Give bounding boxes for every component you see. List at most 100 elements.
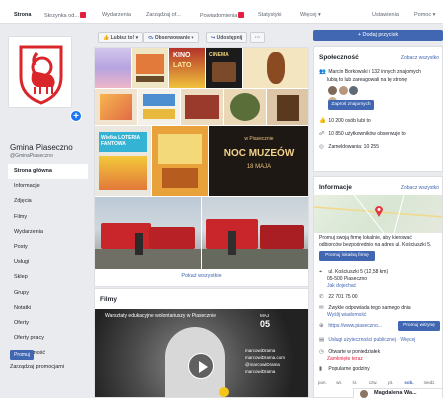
follow-icon: ☍	[319, 131, 325, 137]
popular-hours-label: Popularne godziny	[328, 366, 370, 372]
day-sat[interactable]: sob.	[404, 380, 422, 385]
day-fri[interactable]: pt.	[388, 380, 403, 385]
nav-item-shop[interactable]: Sklep	[8, 270, 88, 285]
nav-item-videos[interactable]: Filmy	[8, 210, 88, 225]
photo-poster-7[interactable]	[224, 89, 266, 125]
nav-item-services[interactable]: Usługi	[8, 255, 88, 270]
play-button[interactable]	[188, 353, 214, 379]
address-line-1: ul. Kościuszki 5 (12,58 km)	[328, 269, 389, 275]
promote-website-button[interactable]: Promuj witrynę	[398, 321, 440, 331]
location-icon: ⌖	[319, 269, 323, 275]
emoji-icon	[219, 387, 229, 397]
photos-card: KINO LATO CINEMA Wielka LOTERIA FANTOWA …	[94, 47, 309, 287]
info-card: Informacje Zobacz wszystko Promuj swoją …	[313, 176, 443, 398]
video-date-month: MAJ	[260, 313, 269, 318]
tab-notifications[interactable]: Powiadomienia	[200, 12, 245, 19]
photo-poster-noc-muzeow[interactable]: w Piasecznie NOC MUZEÓW 18 MAJA	[209, 126, 308, 196]
nav-item-offers[interactable]: Oferty	[8, 316, 88, 331]
day-wed[interactable]: śr.	[353, 380, 368, 385]
more-button[interactable]: ···	[250, 32, 265, 43]
community-see-all-link[interactable]: Zobacz wszystko	[401, 55, 439, 61]
invite-friends-button[interactable]: Zaproś znajomych	[328, 100, 374, 110]
thumbs-up-icon: 👍	[319, 118, 326, 124]
photo-poster-loteria[interactable]: Wielka LOTERIA FANTOWA	[95, 126, 151, 196]
promo-text: Promuj swoją firmę lokalnie, aby kierowa…	[319, 235, 412, 241]
nav-item-notes[interactable]: Notatki	[8, 301, 88, 316]
promote-local-business-button[interactable]: Promuj lokalną firmę	[319, 251, 375, 261]
nav-item-home[interactable]: Strona główna	[8, 164, 88, 180]
video-date-day: 05	[260, 319, 271, 329]
photo-poster-5[interactable]	[138, 89, 180, 125]
see-all-photos-link[interactable]: Pokaż wszystkie	[95, 273, 308, 279]
friends-like-text: Marcin Borkowski i 132 innych znajomych	[328, 69, 421, 75]
photo-fire-trucks-1[interactable]	[95, 197, 201, 269]
day-mon[interactable]: pon.	[318, 380, 335, 385]
nav-item-info[interactable]: Informacje	[8, 179, 88, 194]
tab-statistics[interactable]: Statystyki	[258, 12, 282, 18]
nav-item-groups[interactable]: Grupy	[8, 286, 88, 301]
thumbs-up-icon: 👍	[103, 35, 110, 41]
photo-poster-violin[interactable]	[243, 48, 308, 88]
photo-poster-8[interactable]	[267, 89, 308, 125]
day-sun[interactable]: niedz.	[424, 380, 442, 385]
chat-tab[interactable]: Magdalena Wa...	[353, 388, 443, 398]
weekday-selector: pon. wt. śr. czw. pt. sob. niedz.	[318, 380, 442, 385]
photo-poster-cinema[interactable]: CINEMA	[206, 48, 242, 88]
tab-manage-offers[interactable]: Zarządzaj of...	[146, 12, 181, 18]
community-title: Społeczność	[319, 54, 359, 61]
help-link[interactable]: Pomoc ▾	[414, 12, 435, 18]
main-column: 👍 Lubisz to! ▾ ⤼ Obserwowanie ▾ ↪ Udostę…	[94, 24, 309, 398]
nav-item-jobs[interactable]: Oferty pracy	[8, 331, 88, 346]
page-handle: @GminaPiaseczno	[10, 153, 53, 159]
video-title: Warsztaty edukacyjne wolontariuszy w Pia…	[105, 313, 216, 319]
directions-link[interactable]: Jak dojechać	[319, 283, 441, 289]
category-link[interactable]: Usługi użyteczności publicznej · Więcej	[328, 337, 415, 343]
settings-link[interactable]: Ustawienia	[372, 12, 399, 18]
tab-inbox[interactable]: Skrzynka od...	[44, 12, 86, 19]
following-button[interactable]: ⤼ Obserwowanie ▾	[143, 32, 199, 43]
photo-poster-10[interactable]	[152, 126, 208, 196]
tag-icon: ▤	[319, 337, 325, 343]
checkins-count: Zameldowania: 10 255	[328, 144, 379, 150]
day-thu[interactable]: czw.	[369, 380, 387, 385]
poster-loteria-title: Wielka LOTERIA FANTOWA	[101, 135, 140, 147]
checkin-icon: ◎	[319, 144, 324, 150]
photo-poster-4[interactable]	[95, 89, 137, 125]
tab-events[interactable]: Wydarzenia	[102, 12, 131, 18]
photo-poster-2[interactable]	[132, 48, 168, 88]
website-link[interactable]: https://www.piaseczno...	[328, 323, 382, 329]
photo-poster-6[interactable]	[181, 89, 223, 125]
add-button[interactable]: + Dodaj przycisk	[313, 30, 443, 41]
photo-poster-1[interactable]	[95, 48, 131, 88]
tab-strona[interactable]: Strona	[14, 12, 31, 18]
likes-count: 10 200 osób lubi to	[328, 118, 371, 124]
nav-item-events[interactable]: Wydarzenia	[8, 225, 88, 240]
manage-promotions-link[interactable]: Zarządzaj promocjami	[10, 364, 64, 370]
location-map[interactable]	[314, 194, 442, 234]
likes-row: 👍 10 200 osób lubi to	[319, 118, 441, 124]
photo-poster-kino[interactable]: KINO LATO	[169, 48, 205, 88]
tab-more[interactable]: Więcej ▾	[300, 12, 321, 18]
share-button[interactable]: ↪ Udostępnij	[206, 32, 248, 43]
send-message-link[interactable]: Wyślij wiadomość	[319, 312, 441, 318]
popular-hours-row: ▮ Popularne godziny	[319, 366, 441, 372]
profile-logo[interactable]	[8, 36, 72, 108]
day-tue[interactable]: wt.	[336, 380, 351, 385]
liked-button[interactable]: 👍 Lubisz to! ▾	[98, 32, 144, 43]
share-label: Udostępnij	[216, 35, 243, 41]
tab-notifications-label: Powiadomienia	[200, 13, 238, 19]
photo-fire-trucks-2[interactable]	[202, 197, 308, 269]
info-see-all-link[interactable]: Zobacz wszystko	[401, 185, 439, 191]
nav-item-posts[interactable]: Posty	[8, 240, 88, 255]
nav-item-photos[interactable]: Zdjęcia	[8, 194, 88, 209]
video-player[interactable]: Warsztaty edukacyjne wolontariuszy w Pia…	[95, 309, 308, 397]
promote-button[interactable]: Promuj	[10, 350, 34, 360]
response-row: ✉ Zwykle odpowiada tego samego dnia	[319, 305, 441, 311]
page-top-navigation: Strona Skrzynka od... Wydarzenia Zarządz…	[0, 0, 443, 24]
videos-card: Filmy Warsztaty edukacyjne wolontariuszy…	[94, 288, 309, 398]
friends-like-row-2: lubią to lub zareagowali na tę stronę	[327, 77, 408, 83]
friends-icon: 👥	[319, 69, 326, 75]
add-photo-button[interactable]: +	[70, 110, 82, 122]
social-item: marcowiDrama	[245, 348, 276, 353]
notification-badge	[79, 12, 86, 18]
